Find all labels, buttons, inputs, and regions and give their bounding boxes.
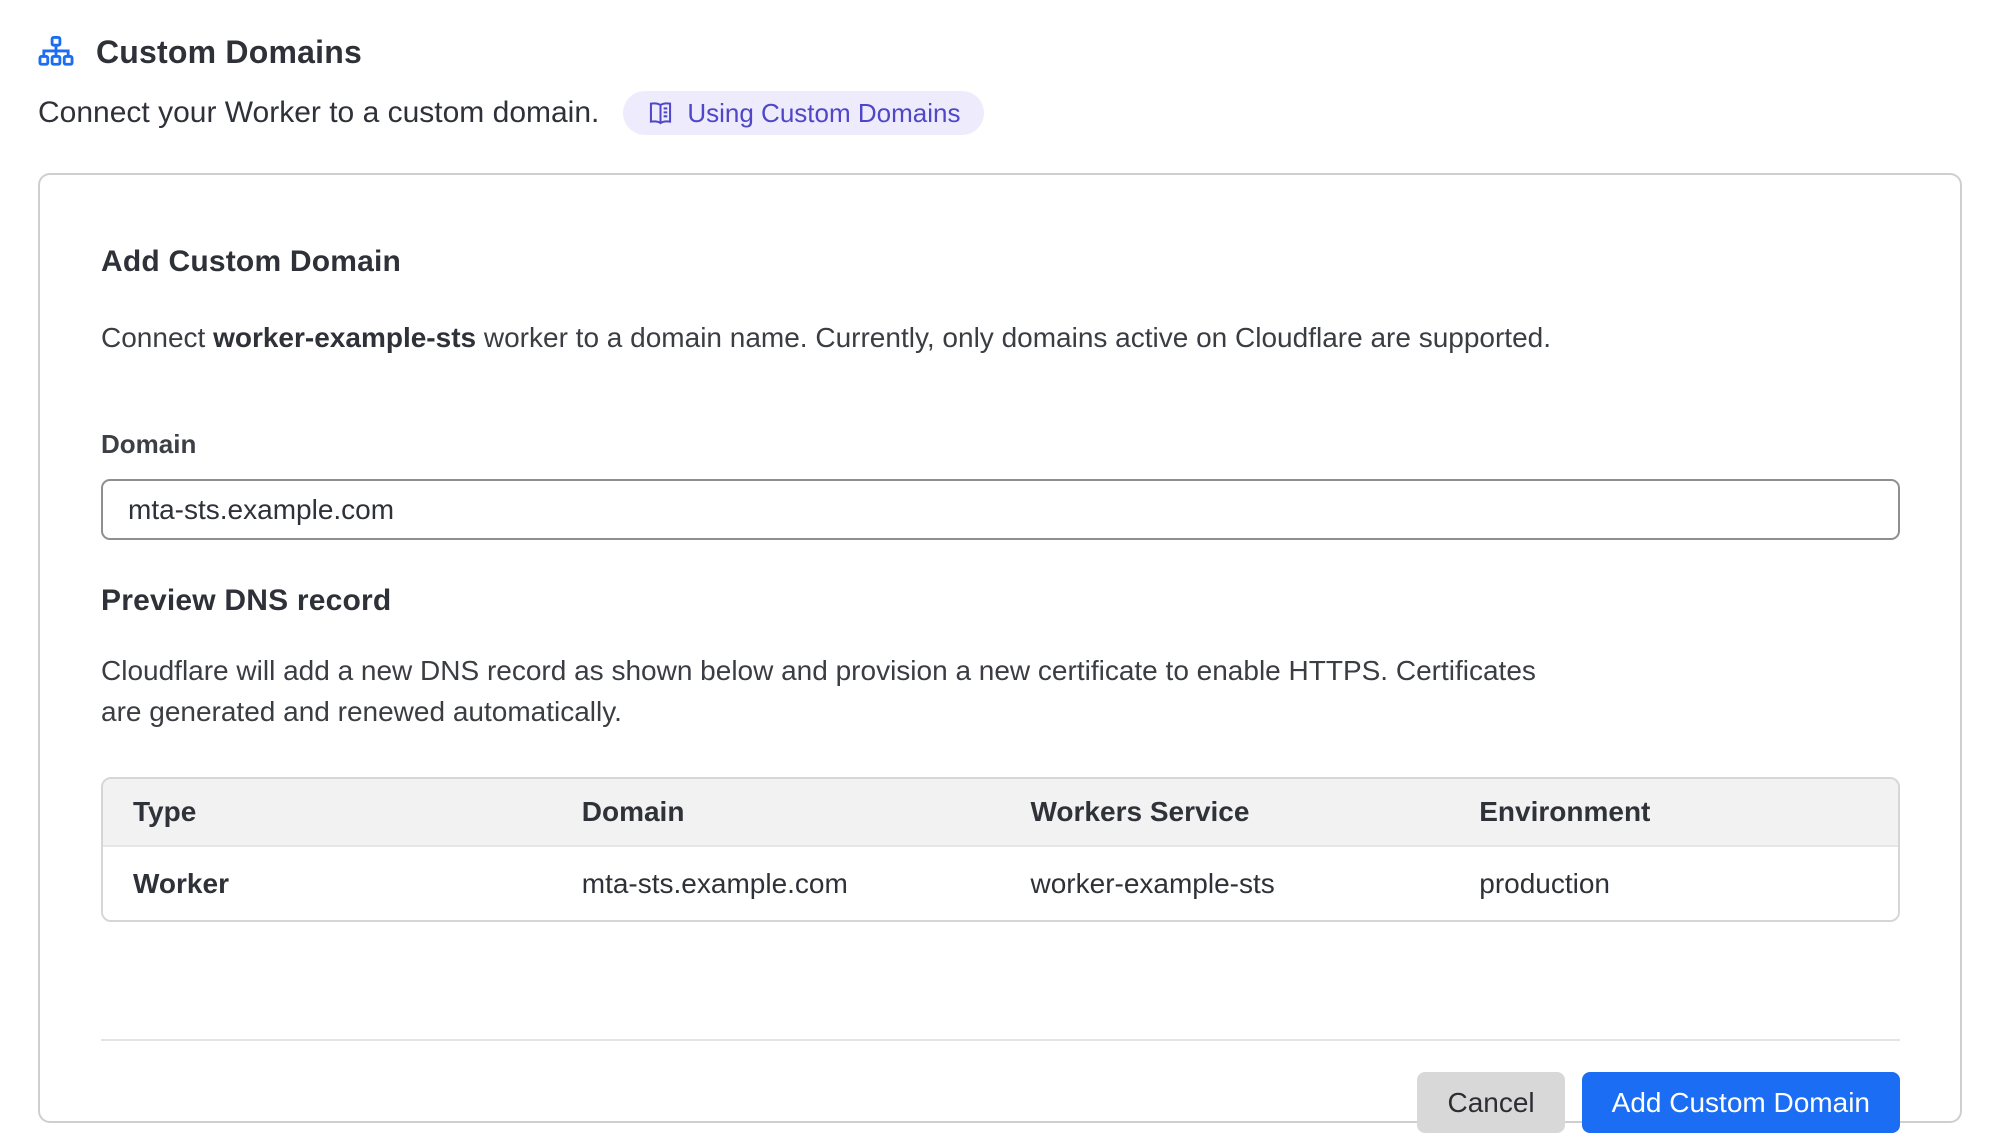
custom-domains-page: Custom Domains Connect your Worker to a … xyxy=(0,0,1999,1123)
add-custom-domain-button[interactable]: Add Custom Domain xyxy=(1582,1072,1900,1133)
domain-input[interactable] xyxy=(101,479,1900,540)
card-description: Connect worker-example-sts worker to a d… xyxy=(101,318,1900,358)
table-header-row: Type Domain Workers Service Environment xyxy=(103,779,1898,846)
col-header-type: Type xyxy=(103,779,552,846)
action-buttons-row: Cancel Add Custom Domain xyxy=(101,1072,1900,1133)
docs-badge-label: Using Custom Domains xyxy=(687,98,960,129)
description-suffix: worker to a domain name. Currently, only… xyxy=(476,322,1551,353)
page-subtitle: Connect your Worker to a custom domain. xyxy=(38,96,599,130)
domain-field-label: Domain xyxy=(101,429,1900,460)
add-custom-domain-card: Add Custom Domain Connect worker-example… xyxy=(38,173,1962,1123)
preview-dns-heading: Preview DNS record xyxy=(101,584,1900,618)
worker-name: worker-example-sts xyxy=(213,322,476,353)
preview-dns-description: Cloudflare will add a new DNS record as … xyxy=(101,650,1571,732)
cell-domain: mta-sts.example.com xyxy=(552,846,1001,920)
description-prefix: Connect xyxy=(101,322,213,353)
col-header-environment: Environment xyxy=(1449,779,1898,846)
col-header-domain: Domain xyxy=(552,779,1001,846)
page-title: Custom Domains xyxy=(96,34,362,71)
page-subtitle-row: Connect your Worker to a custom domain. … xyxy=(38,91,1962,135)
dns-preview-table: Type Domain Workers Service Environment … xyxy=(101,777,1900,922)
cancel-button[interactable]: Cancel xyxy=(1417,1072,1564,1133)
docs-link-using-custom-domains[interactable]: Using Custom Domains xyxy=(623,91,984,135)
table-row: Worker mta-sts.example.com worker-exampl… xyxy=(103,846,1898,920)
page-header: Custom Domains xyxy=(38,34,1962,71)
cell-type: Worker xyxy=(103,846,552,920)
sitemap-icon xyxy=(38,35,74,71)
cell-workers-service: worker-example-sts xyxy=(1001,846,1450,920)
col-header-workers-service: Workers Service xyxy=(1001,779,1450,846)
card-heading: Add Custom Domain xyxy=(101,245,1900,279)
footer-divider xyxy=(101,1039,1900,1041)
open-book-icon xyxy=(647,100,674,127)
cell-environment: production xyxy=(1449,846,1898,920)
